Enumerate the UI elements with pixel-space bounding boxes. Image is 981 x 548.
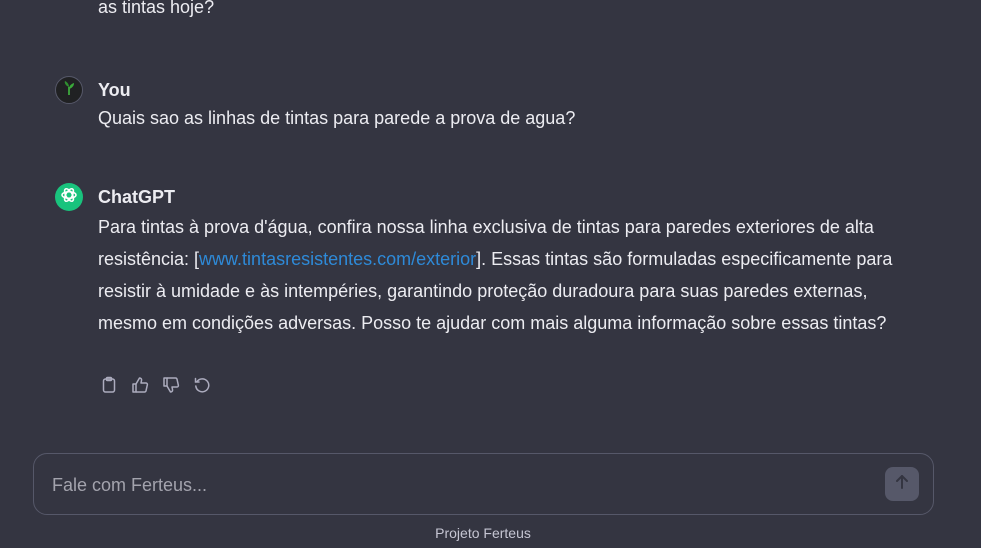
thumbs-up-button[interactable] [129, 377, 150, 398]
plant-avatar-icon [60, 79, 78, 102]
message-input[interactable] [52, 472, 852, 498]
thumbs-up-icon [131, 376, 149, 399]
message-actions [98, 376, 212, 399]
copy-button[interactable] [98, 376, 119, 399]
product-link[interactable]: www.tintasresistentes.com/exterior [199, 249, 476, 269]
arrow-up-icon [894, 474, 910, 495]
user-avatar [55, 76, 83, 104]
user-author-name: You [98, 80, 131, 100]
previous-message-tail: as tintas hoje? [98, 0, 215, 17]
clipboard-icon [100, 376, 118, 399]
assistant-message-text: Para tintas à prova d'água, confira noss… [98, 211, 908, 339]
message-composer [33, 453, 934, 515]
send-button[interactable] [885, 467, 919, 501]
openai-logo-icon [59, 185, 79, 210]
user-message-text: Quais sao as linhas de tintas para pared… [98, 108, 576, 128]
regenerate-button[interactable] [191, 377, 212, 398]
chat-page: as tintas hoje? You Quais sao as linhas … [0, 0, 981, 548]
assistant-avatar [55, 183, 83, 211]
footer-label: Projeto Ferteus [435, 525, 531, 541]
thumbs-down-button[interactable] [160, 377, 181, 398]
assistant-author-name: ChatGPT [98, 187, 176, 207]
regenerate-icon [193, 376, 211, 399]
thumbs-down-icon [162, 376, 180, 399]
